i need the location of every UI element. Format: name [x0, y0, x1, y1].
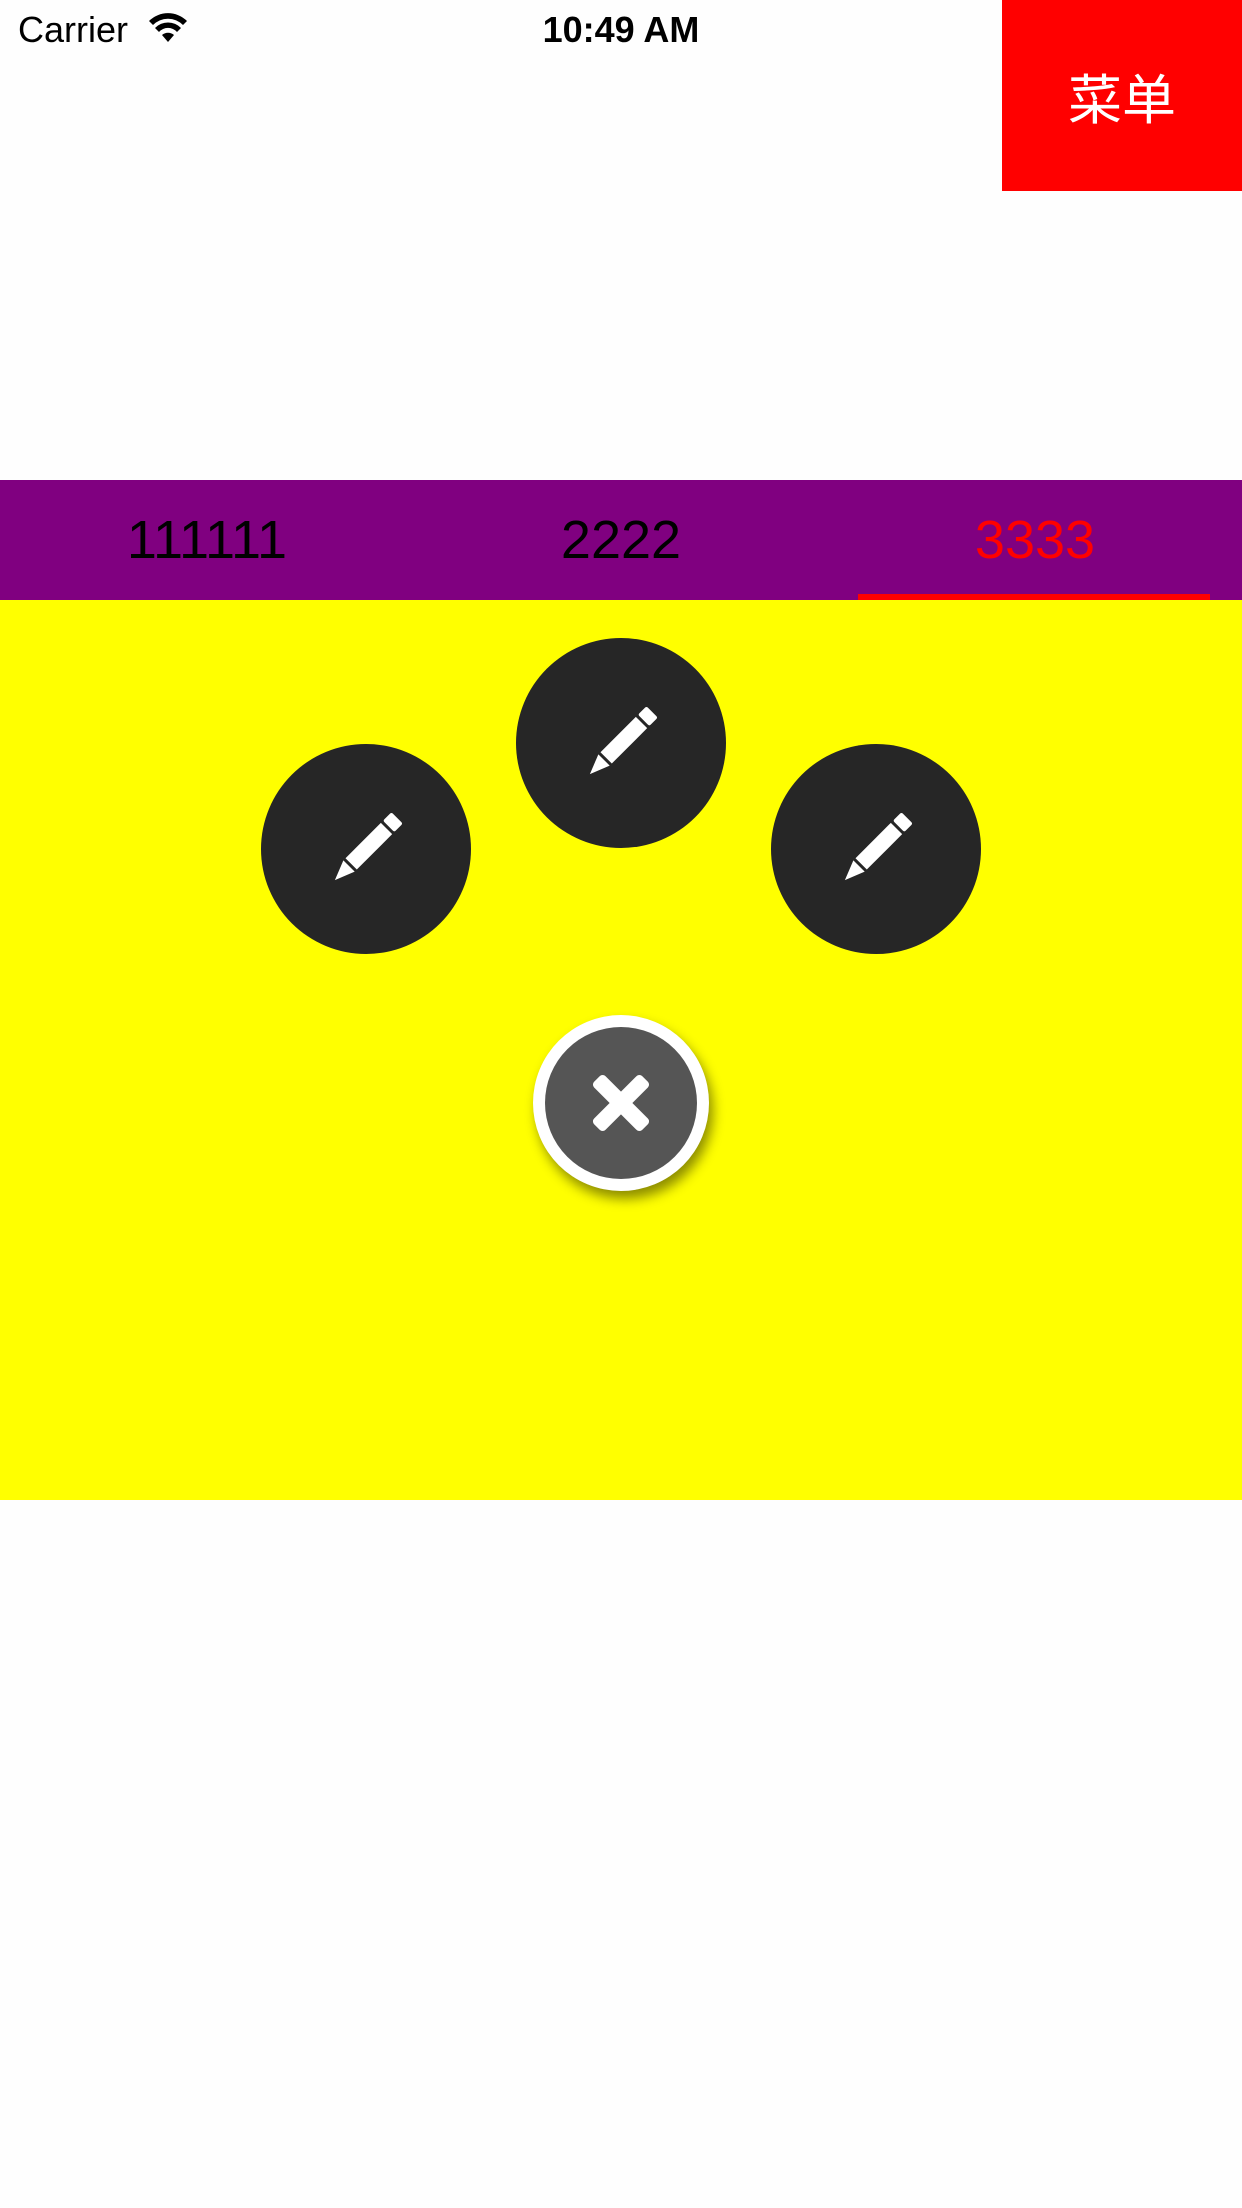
pencil-icon	[334, 813, 402, 881]
edit-button-left[interactable]	[261, 744, 471, 954]
tab-bar: 111111 2222 3333	[0, 480, 1242, 600]
menu-button[interactable]: 菜单	[1002, 0, 1242, 191]
edit-button-center[interactable]	[516, 638, 726, 848]
tab-2222[interactable]: 2222	[414, 480, 828, 600]
menu-button-label: 菜单	[1068, 69, 1176, 132]
pencil-icon	[589, 707, 657, 775]
tab-3333[interactable]: 3333	[828, 480, 1242, 600]
edit-button-right[interactable]	[771, 744, 981, 954]
tab-label: 2222	[560, 510, 682, 570]
close-button-face	[545, 1027, 697, 1179]
pencil-icon	[844, 813, 912, 881]
close-menu-button[interactable]	[533, 1015, 709, 1191]
content-panel	[0, 600, 1242, 1500]
close-icon	[592, 1074, 650, 1132]
app-screen: Carrier 10:49 AM 菜单 111111 2222 3333	[0, 0, 1242, 2208]
tab-111111[interactable]: 111111	[0, 480, 414, 600]
tab-label: 3333	[974, 510, 1096, 570]
tab-label: 111111	[126, 510, 288, 570]
